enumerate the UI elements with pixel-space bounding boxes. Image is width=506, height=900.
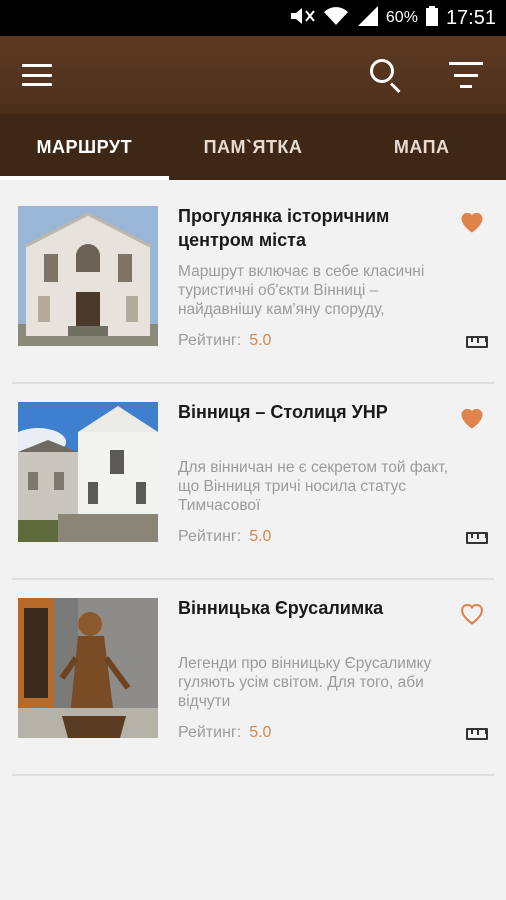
route-card[interactable]: Прогулянка історичним центром міста Марш… — [12, 188, 494, 384]
ruler-icon[interactable] — [466, 728, 488, 740]
favorite-heart-outline-icon[interactable] — [458, 600, 488, 628]
battery-percent: 60% — [385, 9, 418, 26]
route-description: Маршрут включає в себе класичні туристич… — [178, 263, 425, 318]
menu-icon[interactable] — [22, 64, 52, 86]
route-rating: Рейтинг: 5.0 — [178, 724, 271, 742]
route-description: Легенди про вінницьку Єрусалимку гуляють… — [178, 655, 432, 710]
tab-routes[interactable]: МАРШРУТ — [0, 114, 169, 180]
favorite-heart-icon[interactable] — [458, 208, 488, 236]
signal-icon — [356, 5, 378, 31]
rating-value: 5.0 — [249, 724, 272, 741]
route-title: Вінниця – Столиця УНР — [178, 402, 388, 422]
route-photo — [18, 206, 158, 346]
tab-bar: МАРШРУТ ПАМ`ЯТКА МАПА — [0, 114, 506, 180]
route-info: Вінницька Єрусалимка Легенди про вінниць… — [158, 592, 488, 760]
rating-value: 5.0 — [249, 332, 272, 349]
route-info: Прогулянка історичним центром міста Марш… — [158, 200, 488, 368]
rating-label: Рейтинг: — [178, 528, 242, 545]
battery-icon — [425, 5, 438, 31]
route-title: Вінницька Єрусалимка — [178, 598, 384, 618]
rating-label: Рейтинг: — [178, 724, 242, 741]
route-card[interactable]: Вінницька Єрусалимка Легенди про вінниць… — [12, 580, 494, 776]
favorite-heart-icon[interactable] — [458, 404, 488, 432]
route-card[interactable]: Вінниця – Столиця УНР Для вінничан не є … — [12, 384, 494, 580]
route-list: Прогулянка історичним центром міста Марш… — [0, 180, 506, 776]
search-icon[interactable] — [368, 57, 404, 94]
clock: 17:51 — [445, 6, 496, 29]
route-description: Для вінничан не є секретом той факт, що … — [178, 459, 448, 514]
route-rating: Рейтинг: 5.0 — [178, 332, 271, 350]
tab-memo[interactable]: ПАМ`ЯТКА — [169, 114, 338, 180]
ruler-icon[interactable] — [466, 336, 488, 348]
route-photo — [18, 402, 158, 542]
rating-label: Рейтинг: — [178, 332, 242, 349]
route-title: Прогулянка історичним центром міста — [178, 206, 390, 250]
rating-value: 5.0 — [249, 528, 272, 545]
ruler-icon[interactable] — [466, 532, 488, 544]
route-info: Вінниця – Столиця УНР Для вінничан не є … — [158, 396, 488, 564]
wifi-icon — [323, 6, 348, 31]
mute-icon — [290, 7, 316, 30]
app-bar — [0, 36, 506, 114]
filter-icon[interactable] — [448, 62, 484, 88]
route-rating: Рейтинг: 5.0 — [178, 528, 271, 546]
route-photo — [18, 598, 158, 738]
status-bar: 60% 17:51 — [0, 0, 506, 36]
tab-map[interactable]: МАПА — [337, 114, 506, 180]
